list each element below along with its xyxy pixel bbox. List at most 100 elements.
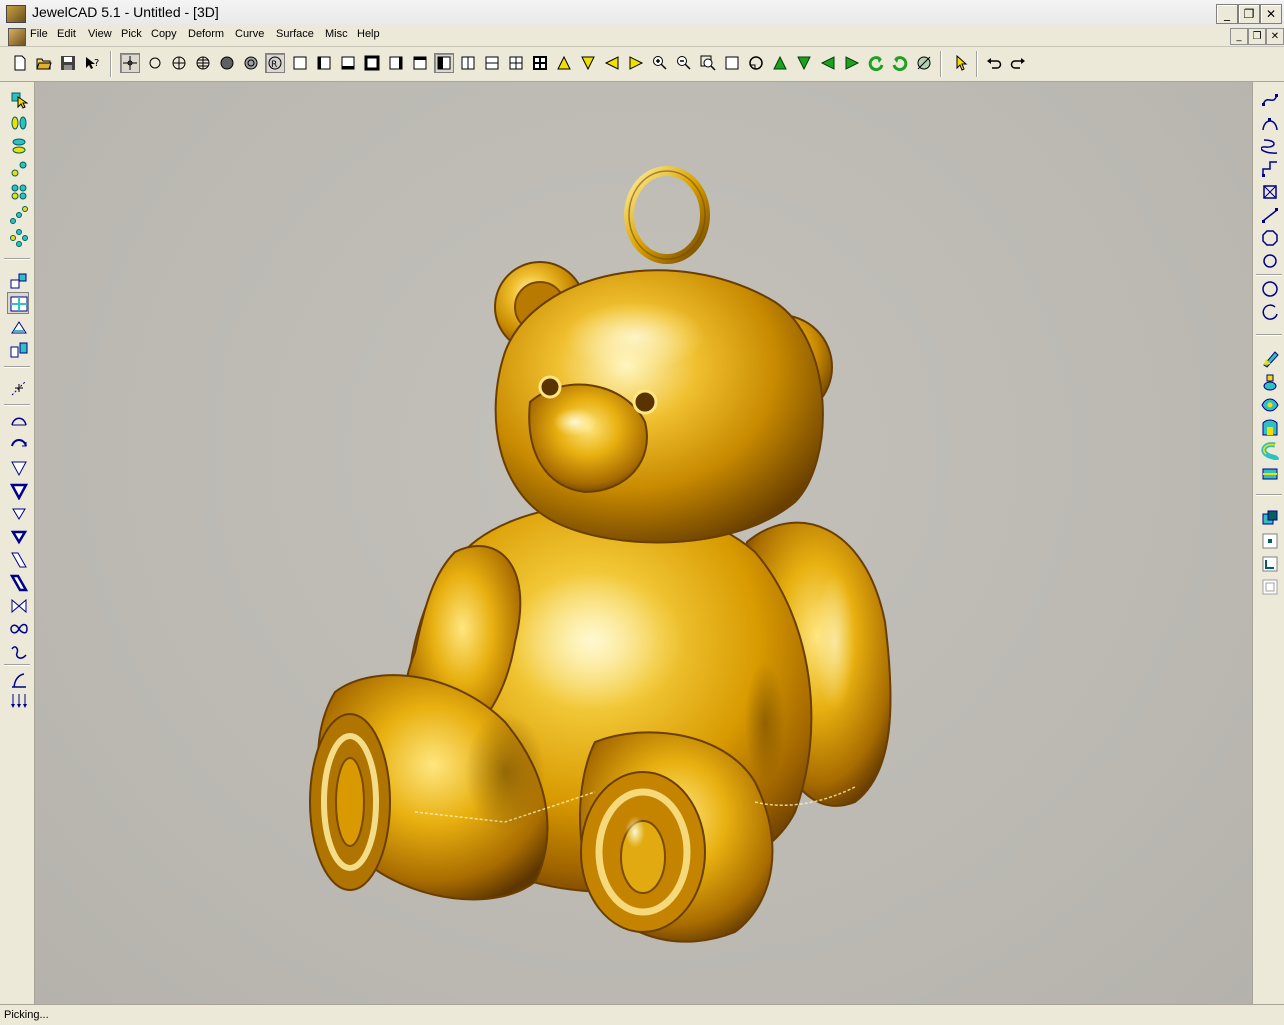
menu-misc[interactable]: Misc [325,28,348,40]
green-right-icon[interactable] [842,53,862,73]
chain-icon[interactable] [7,157,29,179]
doc-minimize-button[interactable]: _ [1230,28,1248,45]
parallelogram-icon[interactable] [7,548,29,570]
sphere-shaded-icon[interactable] [241,53,261,73]
pan-left-icon[interactable] [602,53,622,73]
triangle-icon[interactable] [7,456,29,478]
surface-cube-icon[interactable] [1258,462,1280,484]
arrows-down-icon[interactable] [7,689,29,711]
menu-edit[interactable]: Edit [57,28,76,40]
view-left-icon[interactable] [314,53,334,73]
cone-icon[interactable] [7,315,29,337]
menu-deform[interactable]: Deform [188,28,224,40]
view-top-icon[interactable] [410,53,430,73]
surface-rail-icon[interactable] [1258,393,1280,415]
menu-pick[interactable]: Pick [121,28,142,40]
new-file-icon[interactable] [10,53,30,73]
curve-octagon-icon[interactable] [1258,226,1280,248]
view-bottom-icon[interactable] [338,53,358,73]
sphere-grid-dense-icon[interactable] [193,53,213,73]
green-up-icon[interactable] [770,53,790,73]
zoom-down-icon[interactable] [578,53,598,73]
wave-icon[interactable] [7,640,29,662]
maximize-button[interactable]: ❐ [1238,4,1260,24]
curve-box-icon[interactable] [1258,180,1280,202]
triangle-small-bold-icon[interactable] [7,525,29,547]
close-button[interactable]: ✕ [1260,4,1282,24]
green-left-icon[interactable] [818,53,838,73]
circle-open-icon[interactable] [1258,300,1280,322]
pick-all-icon[interactable] [7,88,29,110]
menu-file[interactable]: File [30,28,48,40]
view-split-vertical-icon[interactable] [458,53,478,73]
view-front-icon[interactable] [362,53,382,73]
jewelcad-app-icon[interactable] [6,5,26,23]
curve-extrude-icon[interactable] [1258,157,1280,179]
sphere-solid-icon[interactable] [217,53,237,73]
curve-line-icon[interactable] [1258,203,1280,225]
open-file-icon[interactable] [34,53,54,73]
3d-viewport[interactable] [35,82,1252,1004]
menu-curve[interactable]: Curve [235,28,264,40]
rotate-view-icon[interactable] [746,53,766,73]
boolean-frame-icon[interactable] [1258,575,1280,597]
boolean-union-icon[interactable] [1258,506,1280,528]
cluster-icon[interactable] [7,180,29,202]
view-right-icon[interactable] [386,53,406,73]
surface-loft-icon[interactable] [1258,370,1280,392]
infinity-icon[interactable] [7,617,29,639]
save-icon[interactable] [58,53,78,73]
undo-icon[interactable] [984,53,1004,73]
green-down-icon[interactable] [794,53,814,73]
ring-copy-icon[interactable] [7,226,29,248]
document-icon[interactable] [8,28,26,46]
mirror-icon[interactable] [7,338,29,360]
doc-close-button[interactable]: ✕ [1266,28,1284,45]
zoom-out-icon[interactable] [674,53,694,73]
linear-copy-icon[interactable] [7,203,29,225]
sphere-grid-icon[interactable] [169,53,189,73]
doc-restore-button[interactable]: ❐ [1248,28,1266,45]
arc-icon[interactable] [7,433,29,455]
menu-help[interactable]: Help [357,28,380,40]
menu-view[interactable]: View [88,28,112,40]
circle-empty-icon[interactable] [145,53,165,73]
pattern-icon[interactable] [7,376,29,398]
boolean-point-icon[interactable] [1258,529,1280,551]
parallelogram-bold-icon[interactable] [7,571,29,593]
zoom-in-icon[interactable] [650,53,670,73]
group-icon[interactable] [7,111,29,133]
surface-tube-icon[interactable] [1258,439,1280,461]
minimize-button[interactable]: _ [1216,4,1238,24]
curve-sweep-icon[interactable] [1258,88,1280,110]
perspective-icon[interactable] [914,53,934,73]
zoom-window-icon[interactable] [698,53,718,73]
curve-s-icon[interactable] [1258,134,1280,156]
view-quad-a-icon[interactable] [506,53,526,73]
bowtie-icon[interactable] [7,594,29,616]
zoom-all-icon[interactable] [722,53,742,73]
green-rotate-cw-icon[interactable] [890,53,910,73]
circle-large-icon[interactable] [1258,277,1280,299]
transform-icon[interactable] [7,269,29,291]
view-split-horizontal-icon[interactable] [482,53,502,73]
triangle-small-icon[interactable] [7,502,29,524]
surface-revolve-icon[interactable] [1258,416,1280,438]
ellipsoid-icon[interactable] [7,134,29,156]
view-quad-b-icon[interactable] [530,53,550,73]
menu-surface[interactable]: Surface [276,28,314,40]
help-pointer-icon[interactable]: ? [82,53,102,73]
zoom-up-icon[interactable] [554,53,574,73]
surface-pen-icon[interactable] [1258,347,1280,369]
view-active-icon[interactable] [434,53,454,73]
select-arrow-icon[interactable] [952,53,972,73]
line-curve-icon[interactable] [7,410,29,432]
curve-arc-icon[interactable] [1258,111,1280,133]
render-view-icon[interactable]: R [265,53,285,73]
redo-icon[interactable] [1008,53,1028,73]
plane-icon[interactable] [7,292,29,314]
view-single-icon[interactable] [290,53,310,73]
pan-right-icon[interactable] [626,53,646,73]
pick-point-icon[interactable] [120,53,140,73]
circle-icon[interactable] [1258,249,1280,271]
